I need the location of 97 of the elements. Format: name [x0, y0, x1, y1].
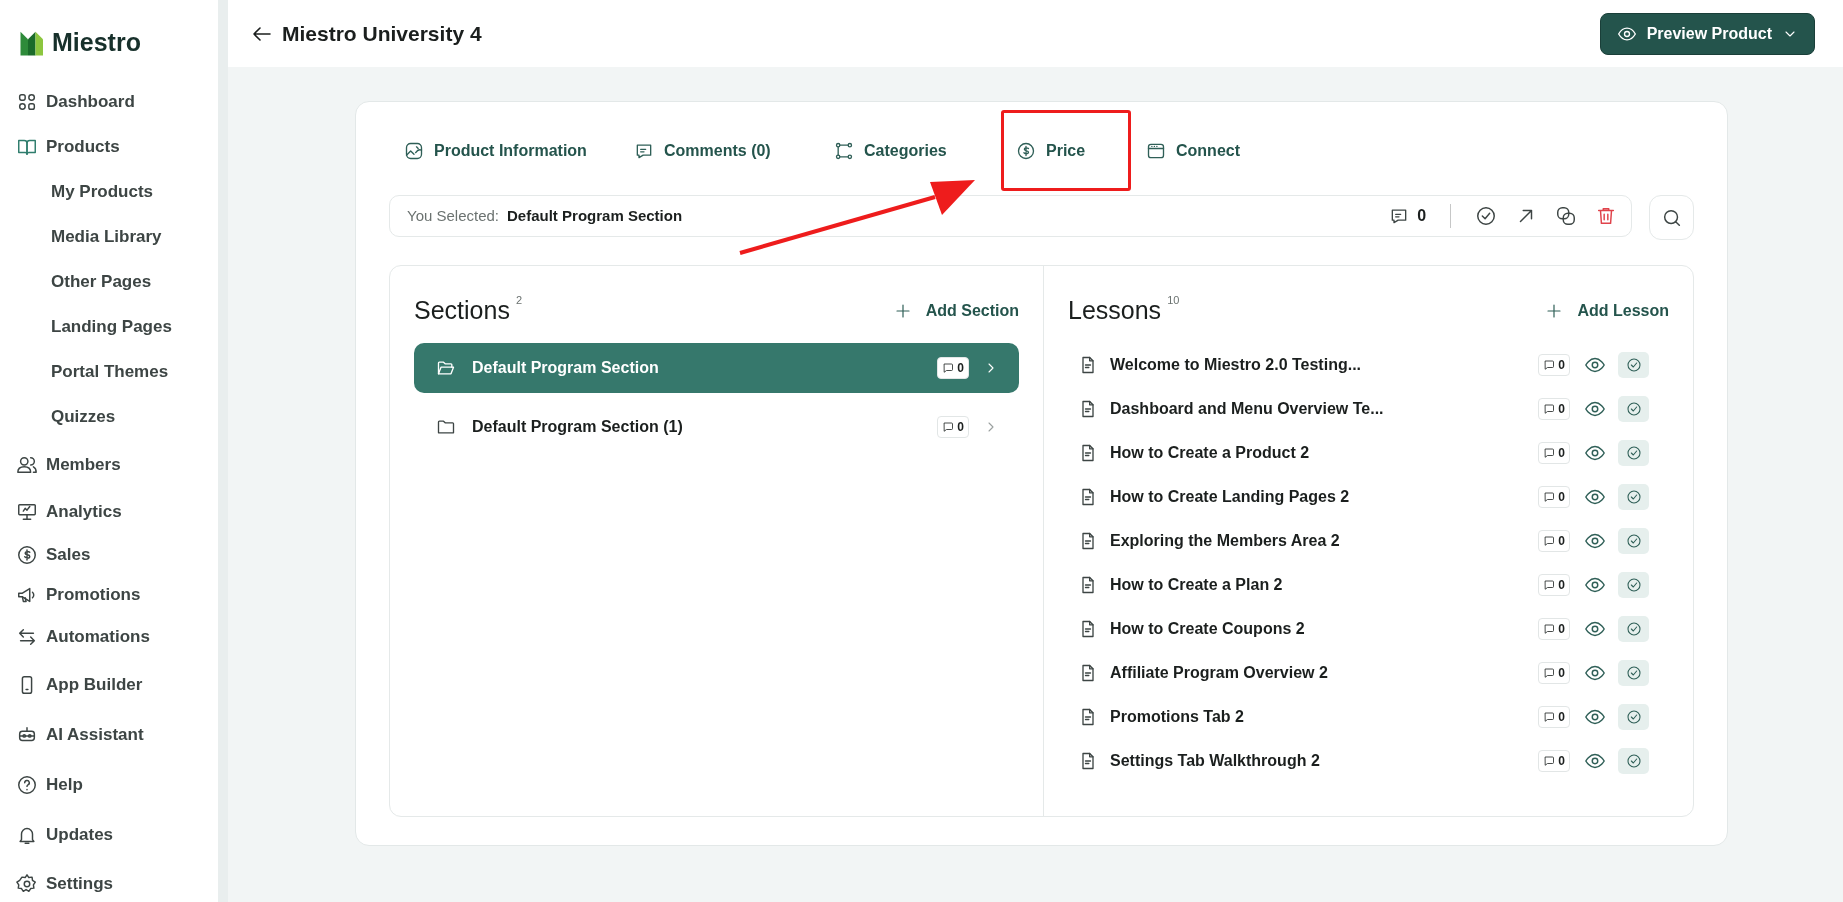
check-circle-icon[interactable]	[1475, 205, 1498, 227]
comment-count-badge: 0	[1538, 574, 1570, 596]
add-section-button[interactable]: Add Section	[893, 298, 1019, 323]
sidebar-item[interactable]: App Builder	[46, 671, 143, 698]
comment-icon	[1543, 491, 1556, 503]
sidebar-subitem[interactable]: Portal Themes	[18, 349, 218, 395]
tab[interactable]: Connect	[1131, 110, 1243, 191]
sidebar-item[interactable]: Settings	[46, 870, 114, 897]
add-lesson-button[interactable]: Add Lesson	[1545, 298, 1669, 323]
complete-button[interactable]	[1618, 396, 1649, 422]
comment-count-badge: 0	[937, 357, 969, 379]
comment-count-badge: 0	[1538, 398, 1570, 420]
preview-product-button[interactable]: Preview Product	[1599, 12, 1815, 55]
sidebar-item[interactable]: AI Assistant	[46, 721, 144, 748]
comment-count-badge: 0	[1538, 486, 1570, 508]
selection-label: You Selected:	[407, 205, 500, 226]
comment-count: 0	[1417, 206, 1427, 226]
section-row[interactable]: Default Program Section (1) 0	[414, 402, 1019, 452]
complete-button[interactable]	[1618, 528, 1649, 554]
lesson-title[interactable]: How to Create Landing Pages 2	[1110, 485, 1539, 509]
comment-count-badge: 0	[1538, 618, 1570, 640]
check-circle-icon	[1625, 445, 1642, 461]
comment-icon	[1543, 623, 1556, 635]
complete-button[interactable]	[1618, 572, 1649, 598]
comment-icon	[1543, 447, 1556, 459]
check-circle-icon	[1625, 753, 1642, 769]
lesson-title[interactable]: Dashboard and Menu Overview Te...	[1110, 397, 1539, 421]
sidebar-subitem[interactable]: My Products	[18, 169, 218, 215]
complete-button[interactable]	[1618, 352, 1649, 378]
comment-count-badge: 0	[1538, 530, 1570, 552]
section-row[interactable]: Default Program Section 0	[414, 343, 1019, 393]
sidebar-item[interactable]: Analytics	[46, 499, 122, 525]
lesson-title[interactable]: Welcome to Miestro 2.0 Testing...	[1110, 353, 1539, 377]
lesson-title[interactable]: Exploring the Members Area 2	[1110, 529, 1539, 553]
complete-button[interactable]	[1618, 616, 1649, 642]
comment-icon	[1543, 667, 1556, 679]
count-label: 10	[1167, 292, 1180, 308]
sidebar-item[interactable]: Help	[46, 771, 83, 798]
sidebar-subitem[interactable]: Landing Pages	[18, 304, 218, 350]
comment-icon	[1543, 579, 1556, 591]
sidebar-item[interactable]: Dashboard	[46, 89, 135, 115]
sidebar-subitem[interactable]: Quizzes	[18, 394, 218, 440]
count-label: 2	[515, 292, 522, 308]
tab[interactable]: Product Information	[389, 110, 619, 191]
complete-button[interactable]	[1618, 660, 1649, 686]
check-circle-icon	[1625, 709, 1642, 725]
comment-count-badge: 0	[1538, 750, 1570, 772]
sidebar-item[interactable]: Updates	[46, 821, 114, 848]
sidebar-subitem[interactable]: Other Pages	[18, 259, 218, 305]
sidebar-item[interactable]: Automations	[46, 624, 150, 650]
lesson-title[interactable]: Promotions Tab 2	[1110, 705, 1539, 729]
page-title: Miestro University 4	[282, 20, 482, 47]
comment-count-badge: 0	[1538, 706, 1570, 728]
check-circle-icon	[1625, 357, 1642, 373]
complete-button[interactable]	[1618, 484, 1649, 510]
panel-title: Sections	[414, 294, 510, 326]
complete-button[interactable]	[1618, 440, 1649, 466]
comment-count-badge: 0	[1538, 442, 1570, 464]
comment-icon	[1543, 359, 1556, 371]
lesson-title[interactable]: How to Create a Product 2	[1110, 441, 1539, 465]
duplicate-icon[interactable]	[1555, 205, 1578, 227]
nodes-icon	[834, 140, 854, 161]
tab[interactable]: Categories	[819, 110, 1001, 191]
panel-title: Lessons	[1068, 294, 1162, 326]
check-circle-icon	[1625, 401, 1642, 417]
sidebar-subitem[interactable]: Media Library	[18, 214, 218, 260]
lesson-title[interactable]: Affiliate Program Overview 2	[1110, 661, 1539, 685]
sidebar-item[interactable]: Products	[46, 134, 120, 160]
check-circle-icon	[1625, 533, 1642, 549]
comment-count-badge: 0	[1538, 354, 1570, 376]
complete-button[interactable]	[1618, 704, 1649, 730]
comment-icon	[1543, 403, 1556, 415]
sidebar-item[interactable]: Members	[46, 451, 121, 478]
image-icon	[404, 140, 424, 161]
tab[interactable]: Price	[1001, 110, 1131, 191]
complete-button[interactable]	[1618, 748, 1649, 774]
lesson-title[interactable]: How to Create Coupons 2	[1110, 617, 1539, 641]
comment-count-badge: 0	[1538, 662, 1570, 684]
check-circle-icon	[1625, 665, 1642, 681]
comment-icon	[1543, 535, 1556, 547]
sidebar-item[interactable]: Promotions	[46, 581, 141, 608]
brand-name: Miestro	[52, 27, 141, 58]
comment-icon	[1543, 711, 1556, 723]
comment-icon	[942, 421, 955, 433]
dollar-icon	[1016, 140, 1036, 161]
lesson-title[interactable]: How to Create a Plan 2	[1110, 573, 1539, 597]
comment-icon	[942, 362, 955, 374]
tab[interactable]: Comments (0)	[619, 110, 819, 191]
comment-icon	[1543, 755, 1556, 767]
search-button[interactable]	[1649, 195, 1694, 240]
comment-count-badge: 0	[937, 416, 969, 438]
sidebar-item[interactable]: Sales	[46, 541, 91, 568]
lesson-title[interactable]: Settings Tab Walkthrough 2	[1110, 749, 1539, 773]
check-circle-icon	[1625, 489, 1642, 505]
selection-value: Default Program Section	[507, 205, 683, 226]
check-circle-icon	[1625, 621, 1642, 637]
check-circle-icon	[1625, 577, 1642, 593]
